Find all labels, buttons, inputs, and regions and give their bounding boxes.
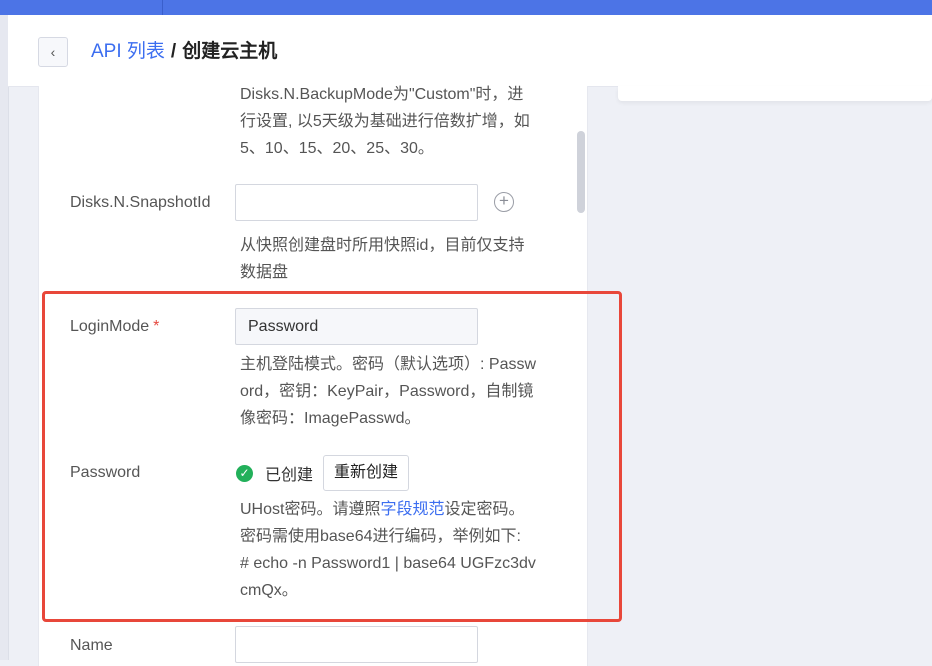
page-title: 创建云主机 — [182, 41, 278, 62]
description-line: 密码需使用base64进行编码，举例如下: — [240, 528, 521, 545]
top-nav-bar — [0, 0, 932, 15]
form-scrollbar[interactable] — [577, 131, 585, 213]
required-mark: * — [153, 318, 160, 335]
description-line: # echo -n Password1 | base64 UGFzc3dv — [240, 555, 536, 572]
topbar-divider — [162, 0, 163, 15]
description-line: 行设置, 以5天级为基础进行倍数扩增，如 — [240, 113, 530, 130]
login-mode-input[interactable] — [235, 308, 478, 345]
plus-circle-icon: + — [499, 191, 509, 210]
description-line: Disks.N.BackupMode为"Custom"时，进 — [240, 86, 524, 103]
login-mode-label: LoginMode * — [70, 317, 159, 337]
description-line: 从快照创建盘时所用快照id，目前仅支持 — [240, 237, 525, 254]
description-line: 像密码：ImagePasswd。 — [240, 410, 421, 427]
description-line: 5、10、15、20、25、30。 — [240, 140, 434, 157]
description-text: 设定密码。 — [444, 501, 525, 518]
snapshot-id-label: Disks.N.SnapshotId — [70, 194, 211, 211]
recreate-password-button[interactable]: 重新创建 — [323, 455, 410, 491]
password-description: UHost密码。请遵照字段规范设定密码。 密码需使用base64进行编码，举例如… — [240, 496, 545, 604]
description-line: 主机登陆模式。密码（默认选项）: Passw — [240, 356, 537, 373]
breadcrumb: API 列表 / 创建云主机 — [91, 40, 277, 64]
password-label: Password — [70, 464, 141, 481]
breadcrumb-api-list-link[interactable]: API 列表 — [91, 41, 165, 62]
backup-interval-description: Disks.N.BackupMode为"Custom"时，进 行设置, 以5天级… — [240, 81, 545, 162]
name-input[interactable] — [235, 626, 478, 663]
summary-card — [618, 86, 932, 101]
description-text: UHost密码。请遵照 — [240, 501, 381, 518]
page-header: ‹ API 列表 / 创建云主机 — [8, 15, 932, 87]
back-button[interactable]: ‹ — [38, 37, 68, 67]
field-spec-link[interactable]: 字段规范 — [380, 501, 444, 518]
left-sidebar-strip — [0, 15, 9, 660]
snapshot-id-description: 从快照创建盘时所用快照id，目前仅支持 数据盘 — [240, 232, 545, 286]
description-line: UHost密码。请遵照字段规范设定密码。 — [240, 496, 545, 523]
login-mode-description: 主机登陆模式。密码（默认选项）: Passw ord，密钥：KeyPair，Pa… — [240, 351, 545, 432]
description-line: 数据盘 — [240, 264, 289, 281]
description-line: cmQx。 — [240, 582, 298, 599]
description-line: ord，密钥：KeyPair，Password，自制镜 — [240, 383, 534, 400]
snapshot-id-input[interactable] — [235, 184, 478, 221]
password-status-text: 已创建 — [265, 467, 314, 484]
add-snapshot-button[interactable]: + — [494, 192, 514, 212]
password-status: ✓ 已创建 重新创建 — [236, 455, 410, 491]
name-label: Name — [70, 637, 113, 654]
login-mode-label-text: LoginMode — [70, 318, 150, 335]
breadcrumb-separator: / — [170, 41, 177, 62]
chevron-left-icon: ‹ — [50, 44, 56, 60]
check-circle-icon: ✓ — [236, 464, 253, 482]
